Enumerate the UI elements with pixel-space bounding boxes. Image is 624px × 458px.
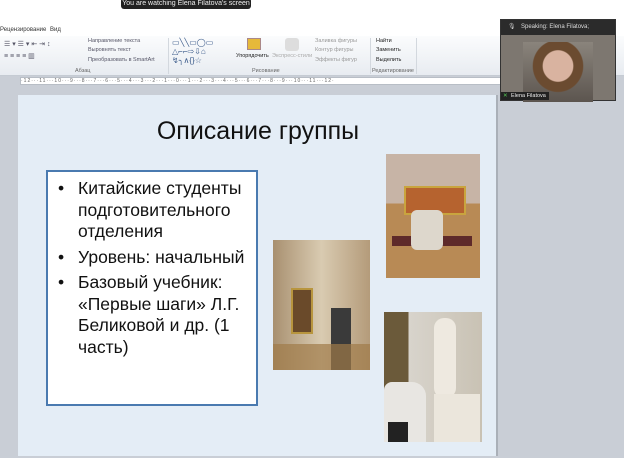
quick-styles-button[interactable]: Экспресс-стили <box>272 53 312 59</box>
smartart-button[interactable]: Преобразовать в SmartArt <box>88 57 155 63</box>
participant-name-text: Elena Filatova <box>511 93 546 99</box>
shape-effects-button[interactable]: Эффекты фигур <box>315 57 357 63</box>
bullet-item: Базовый учебник: «Первые шаги» Л.Г. Бели… <box>56 272 250 358</box>
bullet-item: Китайские студенты подготовительного отд… <box>56 178 250 243</box>
tab-review[interactable]: Рецензирование <box>0 27 46 33</box>
screen-share-banner[interactable]: You are watching Elena Filatova's screen <box>121 0 251 9</box>
align-text-button[interactable]: Выровнять текст <box>88 47 131 53</box>
shapes-gallery-icon[interactable]: ▭╲╲▭◯▭ △⌐⌐⇨⇩⌂ ↯╮∧{}☆ <box>172 38 213 65</box>
tab-view[interactable]: Вид <box>50 27 61 33</box>
list-buttons-icon[interactable]: ☰ ▾ ☰ ▾ ⇤ ⇥ ↕ <box>4 40 50 48</box>
bullet-item: Уровень: начальный <box>56 247 250 269</box>
arrange-button[interactable]: Упорядочить <box>236 53 269 59</box>
muted-mic-icon: ✕ <box>503 93 508 99</box>
select-button[interactable]: Выделить <box>376 57 401 63</box>
group-label-drawing: Рисование <box>252 68 280 74</box>
slide-title[interactable]: Описание группы <box>18 117 498 146</box>
find-button[interactable]: Найти <box>376 38 392 44</box>
photo-gallery-painting[interactable] <box>273 240 370 370</box>
video-tile[interactable]: 🎙 Speaking: Elena Filatova; ✕ Elena Fila… <box>500 19 616 102</box>
speaking-indicator: 🎙 Speaking: Elena Filatova; <box>501 20 615 35</box>
group-label-paragraph: Абзац <box>75 68 91 74</box>
photo-group-on-bench[interactable] <box>386 154 480 278</box>
microphone-icon: 🎙 <box>508 24 516 30</box>
replace-button[interactable]: Заменить <box>376 47 401 53</box>
text-direction-button[interactable]: Направление текста <box>88 38 140 44</box>
quick-styles-icon <box>285 38 299 51</box>
shape-fill-button[interactable]: Заливка фигуры <box>315 38 357 44</box>
align-buttons-icon[interactable]: ≡ ≡ ≡ ≡ ▥ <box>4 52 35 60</box>
slide[interactable]: Описание группы Китайские студенты подго… <box>18 95 498 456</box>
arrange-icon <box>247 38 261 50</box>
photo-statue[interactable] <box>384 312 482 442</box>
bullet-textbox[interactable]: Китайские студенты подготовительного отд… <box>46 170 258 406</box>
speaking-label: Speaking: Elena Filatova; <box>521 24 590 30</box>
group-label-editing: Редактирование <box>372 68 414 74</box>
shape-outline-button[interactable]: Контур фигуры <box>315 47 353 53</box>
participant-name: ✕ Elena Filatova <box>501 92 549 100</box>
